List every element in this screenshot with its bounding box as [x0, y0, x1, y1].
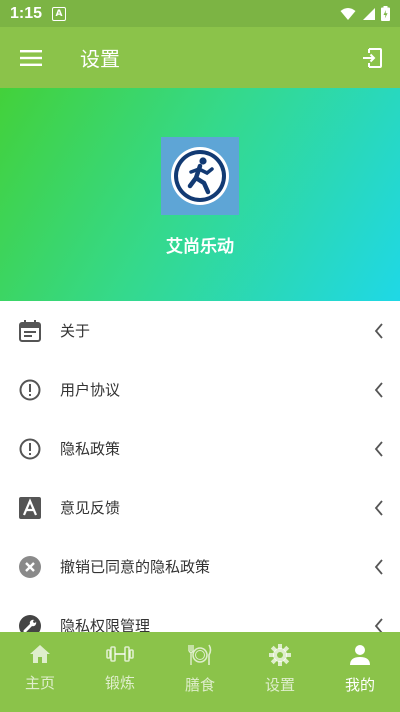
chevron-left-icon: [374, 617, 383, 632]
chevron-left-icon: [374, 322, 383, 339]
bottom-nav: 主页 锻炼 膳食 设置 我的: [0, 632, 400, 712]
notification-icon: A: [52, 6, 67, 21]
wrench-icon: [19, 614, 41, 632]
menu-item-feedback[interactable]: 意见反馈: [0, 478, 400, 537]
alert-circle-icon: [19, 379, 41, 400]
tab-label: 主页: [24, 674, 55, 692]
battery-icon: [381, 6, 390, 21]
chevron-left-icon: [374, 440, 383, 457]
menu-item-privacy-policy[interactable]: 隐私政策: [0, 419, 400, 478]
status-bar: 1:15 A: [0, 0, 400, 27]
app-bar: 设置: [0, 27, 400, 88]
gear-icon: [269, 644, 291, 666]
cellular-signal-icon: [363, 7, 375, 20]
wifi-icon: [340, 7, 356, 20]
exit-icon: [363, 47, 382, 68]
chevron-left-icon: [374, 558, 383, 575]
menu-item-label: 隐私政策: [60, 440, 121, 458]
menu-item-label: 用户协议: [60, 381, 121, 399]
chevron-left-icon: [374, 499, 383, 516]
menu-item-revoke-privacy[interactable]: 撤销已同意的隐私政策: [0, 537, 400, 596]
tab-label: 锻炼: [104, 674, 135, 692]
runner-logo-icon: [171, 147, 229, 205]
cancel-circle-icon: [19, 555, 41, 578]
app-name: 艾尚乐动: [166, 237, 234, 257]
app-logo: [161, 137, 239, 215]
menu-item-label: 隐私权限管理: [60, 617, 151, 632]
dumbbell-icon: [106, 646, 134, 662]
menu-button[interactable]: [0, 27, 62, 88]
profile-header: 艾尚乐动: [0, 88, 400, 301]
logout-button[interactable]: [344, 27, 400, 88]
menu-item-label: 撤销已同意的隐私政策: [60, 558, 211, 576]
tab-label: 设置: [264, 676, 295, 694]
letter-a-icon: [19, 496, 41, 519]
tab-settings[interactable]: 设置: [240, 632, 320, 712]
calendar-icon: [19, 319, 41, 342]
tab-meals[interactable]: 膳食: [160, 632, 240, 712]
home-icon: [30, 645, 50, 663]
hamburger-menu-icon: [20, 49, 42, 66]
person-icon: [350, 645, 370, 665]
menu-item-label: 意见反馈: [60, 499, 121, 517]
menu-item-user-agreement[interactable]: 用户协议: [0, 360, 400, 419]
menu-item-privacy-permissions[interactable]: 隐私权限管理: [0, 596, 400, 632]
menu-item-about[interactable]: 关于: [0, 301, 400, 360]
tab-home[interactable]: 主页: [0, 632, 80, 712]
tab-label: 我的: [344, 676, 375, 694]
status-time: 1:15: [10, 4, 43, 22]
alert-circle-icon: [19, 438, 41, 459]
chevron-left-icon: [374, 381, 383, 398]
menu-item-label: 关于: [60, 322, 91, 340]
page-title: 设置: [80, 47, 120, 71]
tab-mine[interactable]: 我的: [320, 632, 400, 712]
meal-icon: [188, 644, 212, 665]
tab-label: 膳食: [184, 676, 215, 694]
settings-list: 关于 用户协议 隐私政策 意见反馈 撤销已同意的隐私政策 隐私权限管理: [0, 301, 400, 632]
tab-workout[interactable]: 锻炼: [80, 632, 160, 712]
